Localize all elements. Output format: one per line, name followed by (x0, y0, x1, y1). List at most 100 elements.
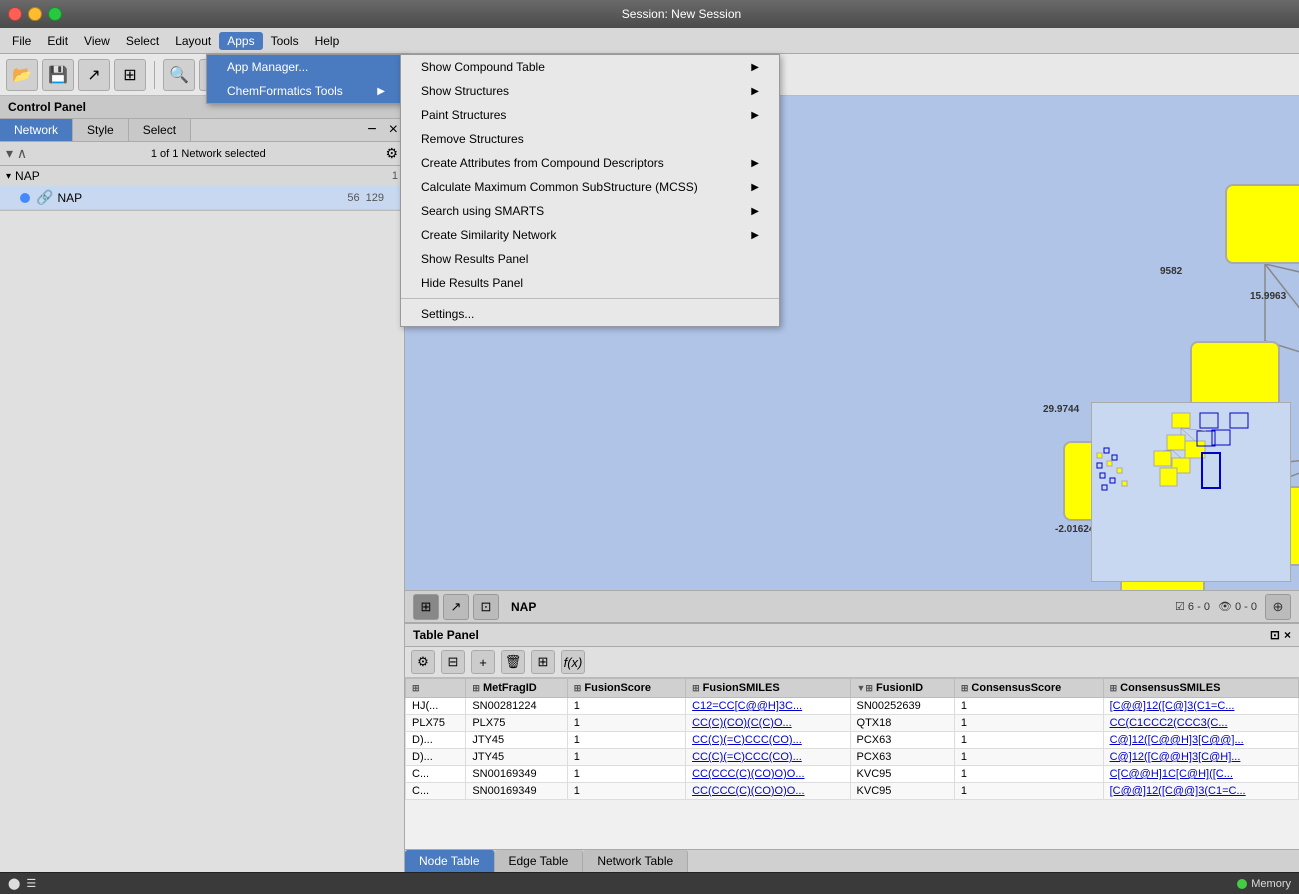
node-n1[interactable] (1225, 184, 1299, 264)
canvas-fit-button[interactable]: ⊕ (1265, 594, 1291, 620)
edge-label-9582: 9582 (1160, 266, 1182, 277)
tab-style[interactable]: Style (73, 119, 129, 141)
network-counts: 56 129 (347, 192, 384, 204)
menu-search-smarts[interactable]: Search using SMARTS (401, 199, 779, 223)
menu-view[interactable]: View (76, 32, 118, 50)
maximize-button[interactable] (48, 7, 62, 21)
cell-fusionid: PCX63 (850, 732, 954, 749)
col-fusionid[interactable]: ▼⊞ FusionID (850, 679, 954, 698)
menu-create-attributes[interactable]: Create Attributes from Compound Descript… (401, 151, 779, 175)
table-formula-button[interactable]: f(x) (561, 650, 585, 674)
menu-settings[interactable]: Settings... (401, 302, 779, 326)
table-row[interactable]: HJ(... SN00281224 1 C12=CC[C@@H]3C... SN… (406, 698, 1299, 715)
cell-fusionsmiles[interactable]: CC(CCC(C)(CO)O)O... (686, 766, 850, 783)
statusbar-icon: ⬤ (8, 877, 20, 890)
cell-consensussmiles[interactable]: C[C@@H]1C[C@H]([C... (1103, 766, 1298, 783)
edge-label-m2: -2.01624 (1055, 524, 1094, 535)
menu-select[interactable]: Select (118, 32, 167, 50)
table-panel-minimize[interactable]: ⊡ (1270, 628, 1280, 642)
cell-fusionid: PCX63 (850, 749, 954, 766)
menu-paint-structures[interactable]: Paint Structures (401, 103, 779, 127)
cell-consensussmiles[interactable]: C@]12([C@@H]3[C@@]... (1103, 732, 1298, 749)
menu-file[interactable]: File (4, 32, 39, 50)
col-fusionscore[interactable]: ⊞ FusionScore (567, 679, 685, 698)
menu-remove-structures[interactable]: Remove Structures (401, 127, 779, 151)
col-metfragid[interactable]: ⊞ MetFragID (466, 679, 567, 698)
menu-layout[interactable]: Layout (167, 32, 219, 50)
share-button[interactable]: ↗ (78, 59, 110, 91)
table-button[interactable]: ⊞ (114, 59, 146, 91)
window-controls[interactable] (8, 7, 62, 21)
cell-consensussmiles[interactable]: CC(C1CCC2(CCC3(C... (1103, 715, 1298, 732)
cell-id: D)... (406, 732, 466, 749)
close-button[interactable] (8, 7, 22, 21)
table-row[interactable]: PLX75 PLX75 1 CC(C)(CO)(C(C)O... QTX18 1… (406, 715, 1299, 732)
canvas-grid-button[interactable]: ⊞ (413, 594, 439, 620)
col-consensussmiles[interactable]: ⊞ ConsensusSMILES (1103, 679, 1298, 698)
cell-metfrag: SN00169349 (466, 766, 567, 783)
table-row[interactable]: C... SN00169349 1 CC(CCC(C)(CO)O)O... KV… (406, 766, 1299, 783)
minimize-button[interactable] (28, 7, 42, 21)
menu-separator (401, 298, 779, 299)
network-icon: 🔗 (36, 189, 53, 206)
cell-fusionsmiles[interactable]: CC(CCC(C)(CO)O)O... (686, 783, 850, 800)
gear-icon[interactable]: ⚙ (385, 145, 398, 162)
tab-select[interactable]: Select (129, 119, 191, 141)
menu-show-structures[interactable]: Show Structures (401, 79, 779, 103)
menu-cheminformatics[interactable]: ChemFormatics Tools (207, 79, 405, 103)
table-delete-button[interactable]: 🗑 (501, 650, 525, 674)
menu-help[interactable]: Help (307, 32, 348, 50)
zoom-in-button[interactable]: 🔍 (163, 59, 195, 91)
table-row[interactable]: C... SN00169349 1 CC(CCC(C)(CO)O)O... KV… (406, 783, 1299, 800)
collapse-arrow[interactable]: ▾ ∧ (6, 145, 27, 162)
table-panel-close[interactable]: × (1284, 628, 1291, 642)
canvas-network-label: NAP (511, 600, 536, 614)
menu-show-results[interactable]: Show Results Panel (401, 247, 779, 271)
tab-network[interactable]: Network (0, 119, 73, 141)
tab-network-table[interactable]: Network Table (583, 850, 688, 872)
cell-fusionsmiles[interactable]: CC(C)(CO)(C(C)O... (686, 715, 850, 732)
cell-consensussmiles[interactable]: [C@@]12([C@@]3(C1=C... (1103, 783, 1298, 800)
memory-indicator (1237, 879, 1247, 889)
save-button[interactable]: 💾 (42, 59, 74, 91)
canvas-export-button[interactable]: ⊡ (473, 594, 499, 620)
tab-edge-table[interactable]: Edge Table (495, 850, 584, 872)
canvas-share-button[interactable]: ↗ (443, 594, 469, 620)
table-add-button[interactable]: + (471, 650, 495, 674)
table-columns-button[interactable]: ⊟ (441, 650, 465, 674)
menu-calculate-mcss[interactable]: Calculate Maximum Common SubStructure (M… (401, 175, 779, 199)
menu-create-similarity[interactable]: Create Similarity Network (401, 223, 779, 247)
cell-consensusscore: 1 (954, 749, 1103, 766)
menu-app-manager[interactable]: App Manager... (207, 55, 405, 79)
menu-apps[interactable]: Apps (219, 32, 262, 50)
table-panel-title: Table Panel (413, 628, 479, 642)
selected-nodes-status: ☑ 6 - 0 (1175, 600, 1210, 613)
menu-show-compound-table[interactable]: Show Compound Table (401, 55, 779, 79)
group-arrow: ▾ (6, 171, 11, 182)
menu-edit[interactable]: Edit (39, 32, 76, 50)
table-row[interactable]: D)... JTY45 1 CC(C)(=C)CCC(CO)... PCX63 … (406, 749, 1299, 766)
open-button[interactable]: 📂 (6, 59, 38, 91)
cell-consensussmiles[interactable]: C@]12([C@@H]3[C@H]... (1103, 749, 1298, 766)
cell-fusionsmiles[interactable]: CC(C)(=C)CCC(CO)... (686, 749, 850, 766)
col-consensusscore[interactable]: ⊞ ConsensusScore (954, 679, 1103, 698)
cell-fusionsmiles[interactable]: C12=CC[C@@H]3C... (686, 698, 850, 715)
table-row[interactable]: D)... JTY45 1 CC(C)(=C)CCC(CO)... PCX63 … (406, 732, 1299, 749)
tab-node-table[interactable]: Node Table (405, 850, 495, 872)
panel-minimize[interactable]: − (361, 119, 382, 141)
network-group-header[interactable]: ▾ NAP 1 (0, 166, 404, 186)
table-link-button[interactable]: ⊞ (531, 650, 555, 674)
col-id[interactable]: ⊞ (406, 679, 466, 698)
table-panel-header: Table Panel ⊡ × (405, 624, 1299, 647)
network-list: ▾ NAP 1 🔗 NAP 56 129 (0, 166, 404, 872)
cell-fusionsmiles[interactable]: CC(C)(=C)CCC(CO)... (686, 732, 850, 749)
table-settings-button[interactable]: ⚙ (411, 650, 435, 674)
menu-hide-results[interactable]: Hide Results Panel (401, 271, 779, 295)
cell-consensussmiles[interactable]: [C@@]12([C@]3(C1=C... (1103, 698, 1298, 715)
col-fusionsmiles[interactable]: ⊞ FusionSMILES (686, 679, 850, 698)
network-active-indicator (20, 193, 30, 203)
menu-tools[interactable]: Tools (263, 32, 307, 50)
canvas-toolbar: ⊞ ↗ ⊡ NAP ☑ 6 - 0 👁 0 - 0 ⊕ (405, 590, 1299, 622)
network-item-nap[interactable]: 🔗 NAP 56 129 (0, 186, 404, 210)
canvas-status: ☑ 6 - 0 👁 0 - 0 ⊕ (1175, 594, 1291, 620)
